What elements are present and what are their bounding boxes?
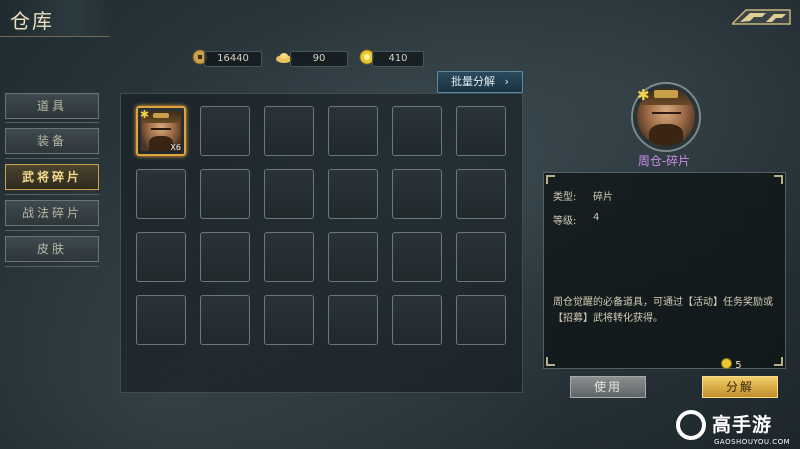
batch-decompose-button[interactable]: 批量分解 › <box>437 71 523 93</box>
jade-coin-icon <box>721 358 732 369</box>
item-info-box: 类型: 碎片 等级: 4 周仓觉醒的必备道具，可通过【活动】任务奖励或【招募】武… <box>543 172 786 369</box>
tab-skins[interactable]: 皮肤 <box>5 236 99 262</box>
corner-ornament <box>774 175 783 184</box>
inventory-slot[interactable] <box>456 106 506 156</box>
inventory-slot[interactable] <box>392 232 442 282</box>
decompose-reward: 5 <box>721 358 742 371</box>
gold-ingot-value: 90 <box>290 51 348 67</box>
decompose-button[interactable]: 分解 <box>702 376 778 398</box>
level-label: 等级: <box>553 216 577 227</box>
inventory-slot[interactable] <box>392 295 442 345</box>
watermark: 高手游 GAOSHOUYOU.COM <box>676 408 800 449</box>
tab-divider <box>5 230 99 231</box>
decompose-reward-value: 5 <box>735 360 742 371</box>
inventory-slot[interactable] <box>392 106 442 156</box>
inventory-slot[interactable] <box>264 232 314 282</box>
tab-tactic-fragments[interactable]: 战法碎片 <box>5 200 99 226</box>
inventory-slot[interactable] <box>200 232 250 282</box>
back-arrow-icon <box>730 9 791 25</box>
inventory-slot[interactable] <box>328 169 378 219</box>
back-button[interactable] <box>730 8 792 26</box>
tab-divider <box>5 122 99 123</box>
inventory-slot[interactable] <box>264 106 314 156</box>
type-row: 类型: 碎片 <box>553 188 613 203</box>
tab-divider <box>5 194 99 195</box>
hero-fragment-name: 周仓-碎片 <box>637 154 691 168</box>
batch-decompose-label: 批量分解 <box>451 75 496 88</box>
inventory-slot[interactable] <box>456 232 506 282</box>
corner-ornament <box>774 357 783 366</box>
fragment-mark-icon: ✱ <box>139 108 150 121</box>
corner-ornament <box>546 357 555 366</box>
page-title: 仓库 <box>10 9 54 33</box>
watermark-title: 高手游 <box>712 414 773 436</box>
corner-ornament <box>546 175 555 184</box>
inventory-slot[interactable] <box>456 169 506 219</box>
tab-equipment[interactable]: 装备 <box>5 128 99 154</box>
level-row: 等级: 4 <box>553 212 599 227</box>
inventory-slot[interactable] <box>136 295 186 345</box>
item-description: 周仓觉醒的必备道具，可通过【活动】任务奖励或【招募】武将转化获得。 <box>553 297 773 324</box>
fragment-mark-icon: ✱ <box>637 86 650 104</box>
inventory-slot[interactable] <box>200 169 250 219</box>
inventory-slot[interactable] <box>456 295 506 345</box>
use-button[interactable]: 使用 <box>570 376 646 398</box>
title-bar: 仓库 <box>0 0 110 37</box>
inventory-grid: ✱ X6 <box>120 93 523 393</box>
watermark-subtitle: GAOSHOUYOU.COM <box>714 438 791 446</box>
fragment-count: X6 <box>170 143 181 152</box>
gold-ingot-icon <box>275 49 292 65</box>
inventory-slot[interactable] <box>328 295 378 345</box>
type-label: 类型: <box>553 192 577 203</box>
tab-hero-fragments[interactable]: 武将碎片 <box>5 164 99 190</box>
jade-coin-value: 410 <box>372 51 424 67</box>
chevron-right-icon: › <box>504 75 509 88</box>
inventory-slot[interactable] <box>136 169 186 219</box>
tab-divider <box>5 158 99 159</box>
watermark-logo-icon <box>676 410 706 440</box>
type-value: 碎片 <box>593 192 613 203</box>
tab-items[interactable]: 道具 <box>5 93 99 119</box>
inventory-slot[interactable] <box>328 232 378 282</box>
inventory-slot-hero-fragment[interactable]: ✱ X6 <box>136 106 186 156</box>
inventory-slot[interactable] <box>200 106 250 156</box>
copper-coin-value: 16440 <box>204 51 262 67</box>
inventory-slot[interactable] <box>200 295 250 345</box>
level-value: 4 <box>593 212 600 223</box>
inventory-slot[interactable] <box>392 169 442 219</box>
inventory-slot[interactable] <box>264 169 314 219</box>
inventory-slot[interactable] <box>136 232 186 282</box>
tab-divider <box>5 266 99 267</box>
inventory-slot[interactable] <box>264 295 314 345</box>
inventory-slot[interactable] <box>328 106 378 156</box>
